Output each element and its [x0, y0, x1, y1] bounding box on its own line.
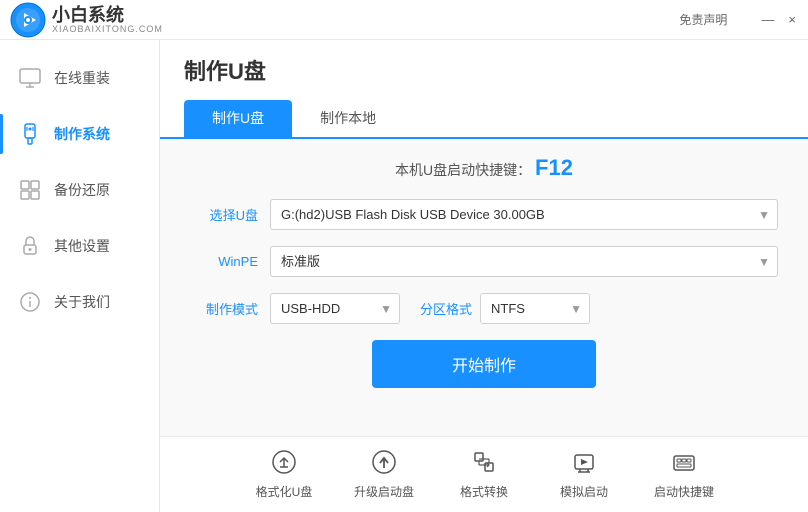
- usb-icon: [16, 120, 44, 148]
- logo-title: 小白系统: [52, 6, 163, 24]
- bottom-item-format-usb[interactable]: 格式化U盘: [234, 445, 334, 504]
- upgrade-boot-icon: [371, 449, 397, 479]
- bottom-label-boot-shortcut: 启动快捷键: [654, 483, 714, 500]
- usb-select-row: 选择U盘 G:(hd2)USB Flash Disk USB Device 30…: [190, 199, 778, 230]
- logo-text: 小白系统 XIAOBAIXITONG.COM: [52, 6, 163, 34]
- shortcut-hint: 本机U盘启动快捷键： F12: [190, 155, 778, 181]
- sidebar-label-online-reinstall: 在线重装: [54, 68, 110, 88]
- bottom-toolbar: 格式化U盘 升级启动盘: [160, 436, 808, 512]
- start-btn-row: 开始制作: [190, 340, 778, 388]
- bottom-item-format-convert[interactable]: 格式转换: [434, 445, 534, 504]
- bottom-item-simulate-boot[interactable]: 模拟启动: [534, 445, 634, 504]
- tabs: 制作U盘 制作本地: [184, 98, 784, 137]
- winpe-select-input[interactable]: 标准版: [270, 246, 778, 277]
- sidebar-label-make-system: 制作系统: [54, 124, 110, 144]
- content-area: 制作U盘 制作U盘 制作本地 本机U盘启动快捷键： F12 选择U盘 G:(hd…: [160, 40, 808, 512]
- minimize-button[interactable]: —: [761, 13, 774, 26]
- bottom-label-simulate-boot: 模拟启动: [560, 483, 608, 500]
- main-layout: 在线重装 制作系统: [0, 40, 808, 512]
- winpe-control: 标准版 ▼: [270, 246, 778, 277]
- make-mode-select[interactable]: USB-HDD: [270, 293, 400, 324]
- make-mode-control: USB-HDD ▼: [270, 293, 400, 324]
- start-make-button[interactable]: 开始制作: [372, 340, 596, 388]
- sidebar-item-about-us[interactable]: 关于我们: [0, 274, 159, 330]
- usb-select-input[interactable]: G:(hd2)USB Flash Disk USB Device 30.00GB: [270, 199, 778, 230]
- bottom-item-boot-shortcut[interactable]: 启动快捷键: [634, 445, 734, 504]
- sidebar-item-other-settings[interactable]: 其他设置: [0, 218, 159, 274]
- format-convert-icon: [471, 449, 497, 479]
- part-format-label: 分区格式: [420, 299, 472, 318]
- form-area: 本机U盘启动快捷键： F12 选择U盘 G:(hd2)USB Flash Dis…: [160, 139, 808, 436]
- tab-make-usb[interactable]: 制作U盘: [184, 100, 292, 139]
- title-controls: 免责声明 — ×: [679, 11, 796, 28]
- mode-format-row: 制作模式 USB-HDD ▼ 分区格式 NTFS ▼: [190, 293, 778, 324]
- make-mode-label: 制作模式: [190, 299, 258, 318]
- format-usb-icon: [271, 449, 297, 479]
- part-format-select[interactable]: NTFS: [480, 293, 590, 324]
- page-title: 制作U盘: [184, 54, 784, 86]
- sidebar-item-backup-restore[interactable]: 备份还原: [0, 162, 159, 218]
- sidebar-label-other-settings: 其他设置: [54, 236, 110, 256]
- shortcut-key: F12: [535, 155, 573, 180]
- lock-icon: [16, 232, 44, 260]
- usb-select-label: 选择U盘: [190, 205, 258, 224]
- shortcut-hint-text: 本机U盘启动快捷键：: [395, 162, 531, 178]
- disclaimer-link[interactable]: 免责声明: [679, 11, 727, 28]
- page-header: 制作U盘 制作U盘 制作本地: [160, 40, 808, 139]
- bottom-label-format-usb: 格式化U盘: [256, 483, 313, 500]
- sidebar-label-about-us: 关于我们: [54, 292, 110, 312]
- sidebar-item-online-reinstall[interactable]: 在线重装: [0, 50, 159, 106]
- bottom-item-upgrade-boot[interactable]: 升级启动盘: [334, 445, 434, 504]
- info-icon: [16, 288, 44, 316]
- close-button[interactable]: ×: [788, 13, 796, 26]
- winpe-label: WinPE: [190, 254, 258, 269]
- sidebar-item-make-system[interactable]: 制作系统: [0, 106, 159, 162]
- part-format-control: NTFS ▼: [480, 293, 590, 324]
- bottom-label-format-convert: 格式转换: [460, 483, 508, 500]
- boot-shortcut-icon: [671, 449, 697, 479]
- usb-select-control: G:(hd2)USB Flash Disk USB Device 30.00GB…: [270, 199, 778, 230]
- grid-icon: [16, 176, 44, 204]
- sidebar: 在线重装 制作系统: [0, 40, 160, 512]
- bottom-label-upgrade-boot: 升级启动盘: [354, 483, 414, 500]
- tab-make-local[interactable]: 制作本地: [292, 100, 404, 139]
- winpe-row: WinPE 标准版 ▼: [190, 246, 778, 277]
- logo-area: 小白系统 XIAOBAIXITONG.COM: [0, 0, 163, 40]
- logo-subtitle: XIAOBAIXITONG.COM: [52, 24, 163, 34]
- simulate-boot-icon: [571, 449, 597, 479]
- logo-icon: [10, 2, 46, 38]
- monitor-icon: [16, 64, 44, 92]
- title-bar: 小白系统 XIAOBAIXITONG.COM 免责声明 — ×: [0, 0, 808, 40]
- sidebar-label-backup-restore: 备份还原: [54, 180, 110, 200]
